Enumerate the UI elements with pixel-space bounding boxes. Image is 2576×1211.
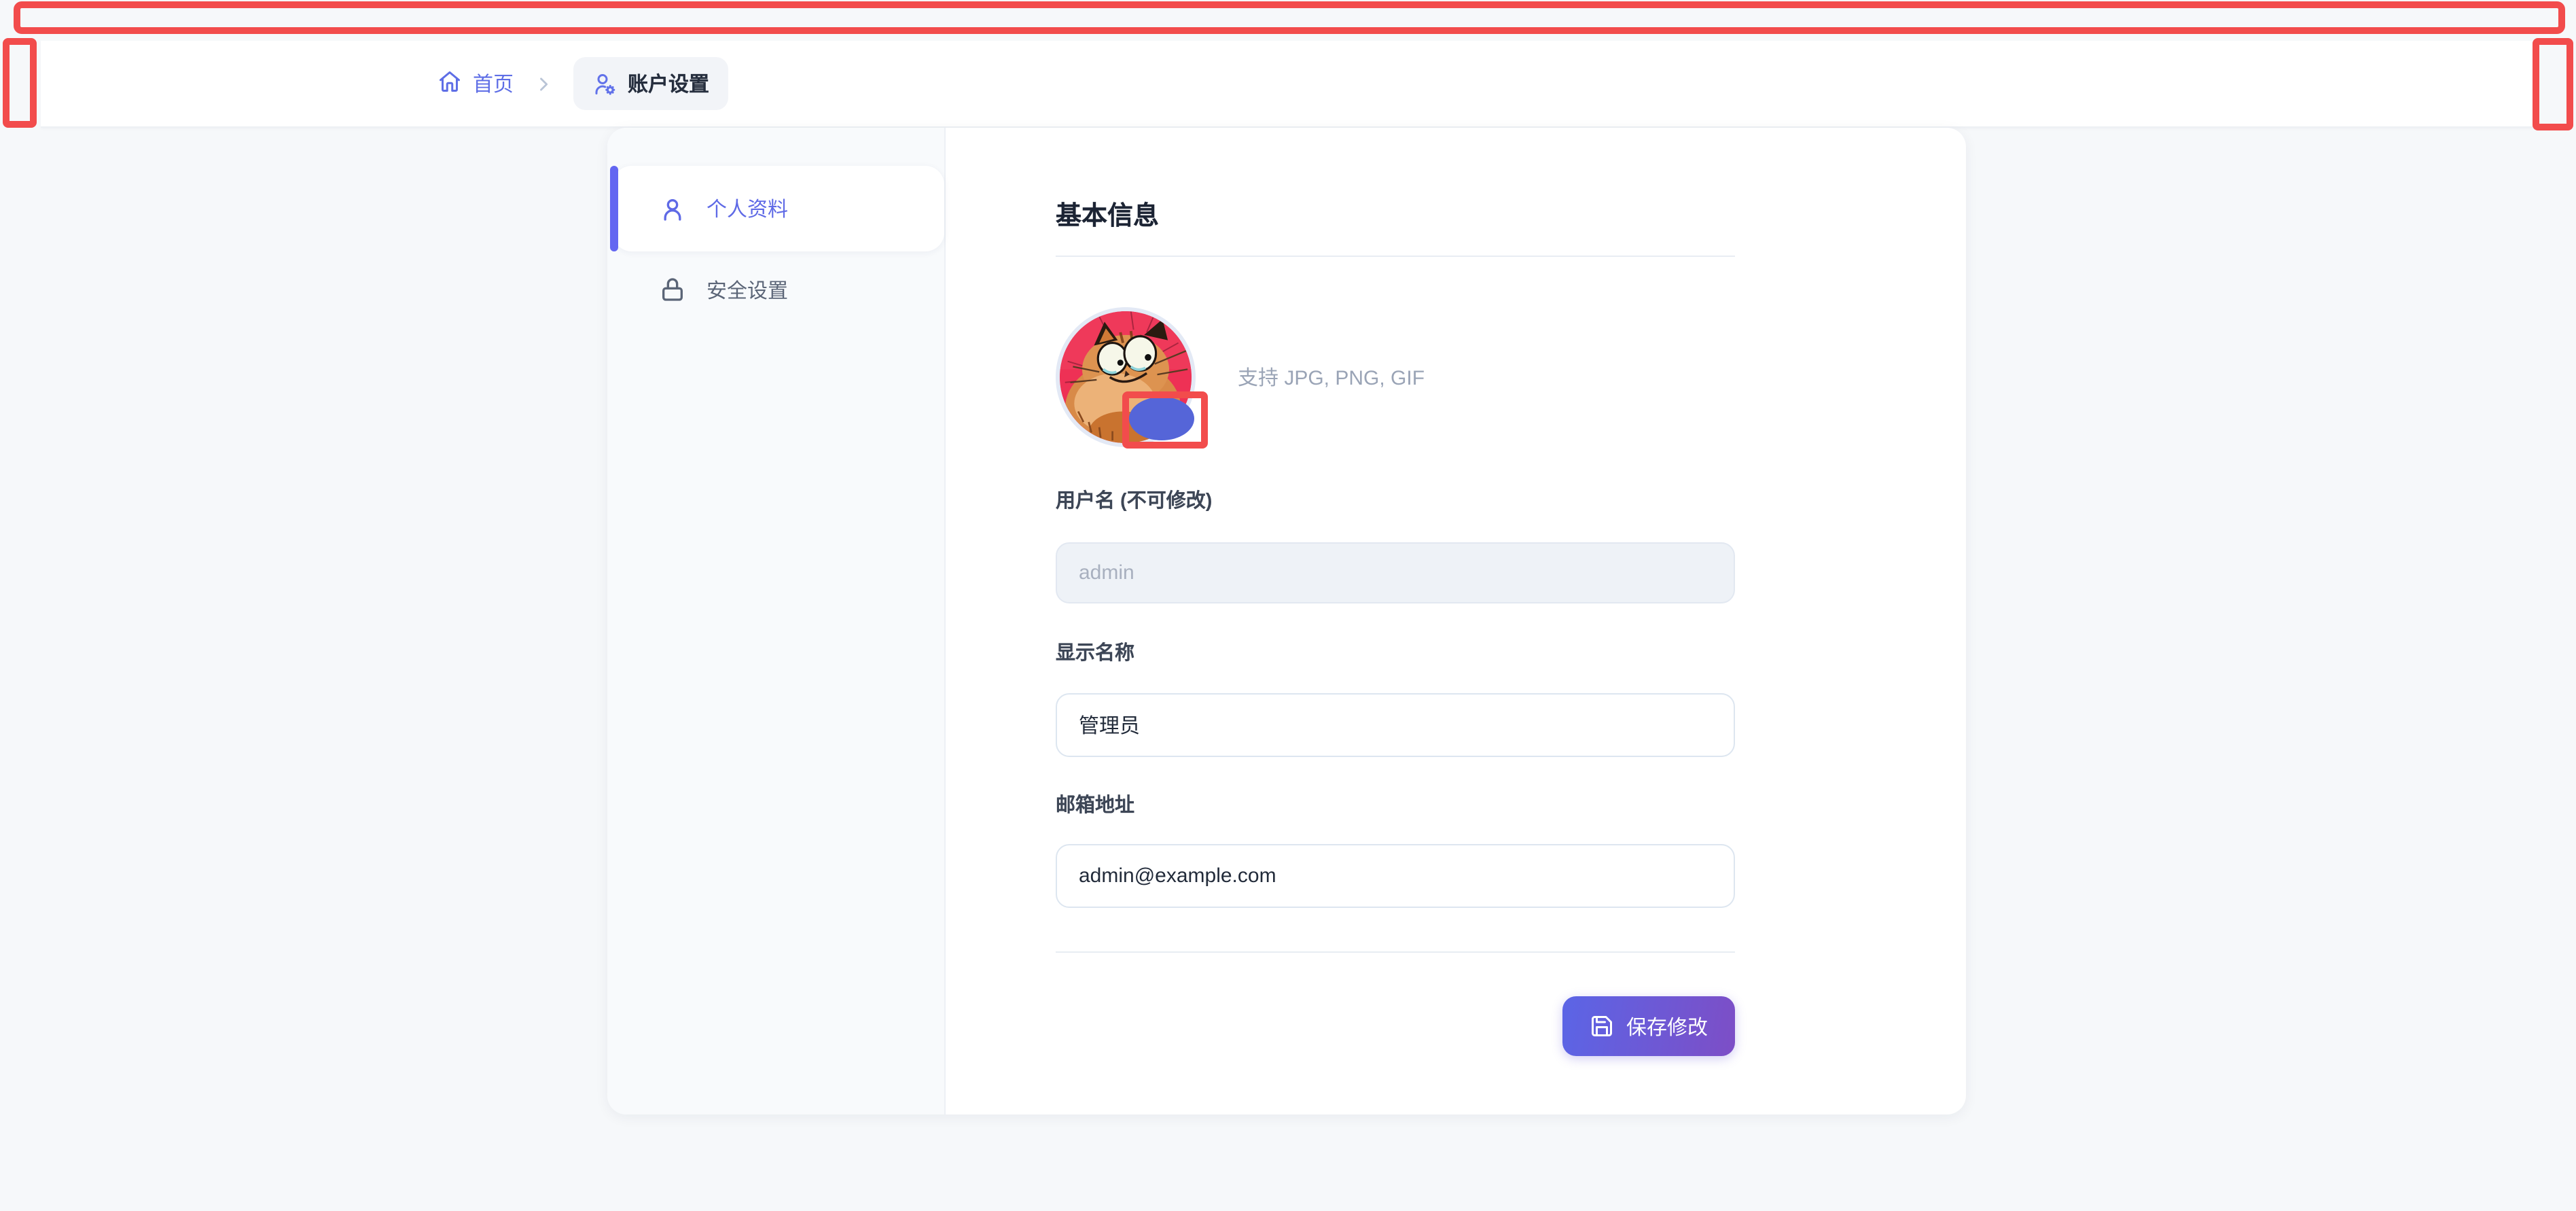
breadcrumb-home-link[interactable]: 首页 <box>437 69 514 99</box>
annotation-box-avatar-badge <box>1122 391 1208 449</box>
chevron-right-icon <box>534 74 553 93</box>
user-gear-icon <box>592 71 617 96</box>
email-input[interactable] <box>1056 844 1735 908</box>
form-actions: 保存修改 <box>1056 996 1735 1056</box>
sidebar-item-profile[interactable]: 个人资料 <box>613 166 944 251</box>
avatar-hint: 支持 JPG, PNG, GIF <box>1238 363 1425 391</box>
username-label: 用户名 (不可修改) <box>1056 488 1735 515</box>
user-icon <box>659 195 686 222</box>
annotation-box-right-edge <box>2533 38 2573 130</box>
section-title: 基本信息 <box>1056 203 1966 232</box>
floppy-disk-icon <box>1590 1014 1614 1038</box>
profile-form: 基本信息 <box>946 128 1966 1115</box>
page: 首页 账户设置 个人资料 <box>0 0 2576 1211</box>
field-email: 邮箱地址 <box>1056 792 1735 908</box>
sidebar-item-label: 安全设置 <box>706 275 788 304</box>
avatar-row: 支持 JPG, PNG, GIF <box>1056 307 1735 447</box>
field-display-name: 显示名称 <box>1056 640 1735 757</box>
save-button[interactable]: 保存修改 <box>1562 996 1735 1056</box>
annotation-box-left-edge <box>3 38 37 128</box>
top-header: 首页 账户设置 <box>41 41 2533 128</box>
divider <box>1056 951 1735 953</box>
sidebar-item-label: 个人资料 <box>706 194 788 223</box>
breadcrumb: 首页 账户设置 <box>437 57 728 110</box>
field-username: 用户名 (不可修改) <box>1056 488 1735 603</box>
email-label: 邮箱地址 <box>1056 792 1735 820</box>
settings-sidebar: 个人资料 安全设置 <box>607 128 946 1115</box>
home-icon <box>437 69 462 99</box>
divider <box>1056 256 1735 257</box>
display-name-input[interactable] <box>1056 693 1735 757</box>
display-name-label: 显示名称 <box>1056 640 1735 667</box>
save-button-label: 保存修改 <box>1626 1012 1708 1040</box>
breadcrumb-home-label: 首页 <box>473 69 514 98</box>
lock-icon <box>659 276 686 303</box>
username-input <box>1056 542 1735 603</box>
sidebar-item-security[interactable]: 安全设置 <box>613 257 944 322</box>
settings-card: 个人资料 安全设置 基本信息 <box>607 128 1966 1115</box>
annotation-box-top-bar <box>14 1 2565 34</box>
breadcrumb-current-label: 账户设置 <box>628 69 709 98</box>
breadcrumb-current-item[interactable]: 账户设置 <box>573 57 728 110</box>
